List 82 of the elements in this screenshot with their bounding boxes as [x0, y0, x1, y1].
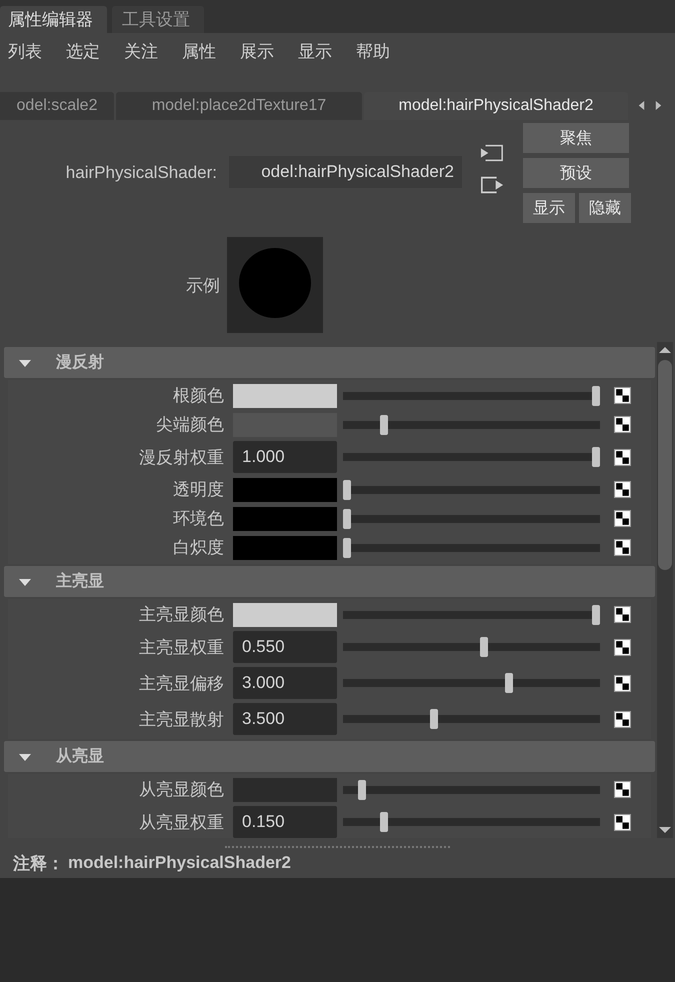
menu-item[interactable]: 关注 [124, 40, 158, 63]
menu-item[interactable]: 展示 [240, 40, 274, 63]
attribute-label: 主亮显偏移 [138, 672, 224, 694]
scroll-up-icon[interactable] [658, 346, 672, 354]
value-field[interactable]: 3.000 [233, 667, 337, 699]
attribute-label: 透明度 [172, 479, 224, 501]
slider-thumb[interactable] [380, 414, 388, 434]
texture-map-icon[interactable] [614, 814, 631, 830]
node-tab[interactable]: odel:scale2 [0, 92, 114, 120]
scrollbar[interactable] [657, 342, 673, 838]
collapse-arrow-icon [18, 358, 32, 368]
menu-item[interactable]: 列表 [8, 40, 42, 63]
node-type-label: hairPhysicalShader: [64, 163, 217, 183]
texture-map-icon[interactable] [614, 481, 631, 498]
color-swatch[interactable] [233, 536, 337, 560]
menu-item[interactable]: 显示 [298, 40, 332, 63]
color-swatch[interactable] [233, 602, 337, 626]
attribute-label: 白炽度 [172, 537, 224, 559]
color-swatch[interactable] [233, 384, 337, 408]
texture-map-icon[interactable] [614, 539, 631, 556]
color-swatch[interactable] [233, 478, 337, 502]
attribute-label: 漫反射权重 [138, 446, 224, 468]
value-field[interactable]: 0.150 [233, 806, 337, 838]
focus-button[interactable]: 聚焦 [523, 123, 629, 153]
slider-thumb[interactable] [380, 812, 388, 832]
node-name-field[interactable]: odel:hairPhysicalShader2 [229, 156, 462, 188]
menu-item[interactable]: 属性 [182, 40, 216, 63]
show-button[interactable]: 显示 [523, 193, 575, 223]
slider-thumb[interactable] [592, 447, 600, 467]
attribute-label: 从亮显权重 [138, 812, 224, 834]
section-header[interactable]: 从亮显 [4, 741, 655, 772]
texture-map-icon[interactable] [614, 510, 631, 527]
collapse-arrow-icon [18, 752, 32, 762]
scrollbar-thumb[interactable] [658, 360, 672, 570]
attribute-label: 从亮显颜色 [138, 779, 224, 801]
attribute-label: 根颜色 [172, 385, 224, 407]
scroll-right-icon[interactable] [654, 99, 663, 112]
texture-map-icon[interactable] [614, 674, 631, 692]
menu-item[interactable]: 帮助 [356, 40, 390, 63]
texture-map-icon[interactable] [614, 416, 631, 433]
texture-map-icon[interactable] [614, 448, 631, 466]
attribute-label: 尖端颜色 [155, 414, 224, 436]
node-tab[interactable]: model:place2dTexture17 [116, 92, 362, 120]
texture-map-icon[interactable] [614, 710, 631, 728]
output-connection-icon[interactable] [480, 175, 504, 195]
slider-thumb[interactable] [480, 637, 488, 657]
slider-thumb[interactable] [592, 386, 600, 406]
slider-thumb[interactable] [343, 538, 351, 558]
attribute-label: 环境色 [172, 508, 224, 530]
texture-map-icon[interactable] [614, 638, 631, 656]
slider-thumb[interactable] [358, 780, 366, 800]
hide-button[interactable]: 隐藏 [579, 193, 631, 223]
color-swatch[interactable] [233, 778, 337, 802]
attribute-label: 主亮显散射 [138, 708, 224, 730]
section-header[interactable]: 漫反射 [4, 347, 655, 378]
scroll-down-icon[interactable] [658, 826, 672, 834]
slider-thumb[interactable] [343, 508, 351, 528]
sphere-icon [238, 247, 312, 319]
slider-thumb[interactable] [430, 709, 438, 729]
note-label: 注释： [13, 852, 64, 874]
input-connection-icon[interactable] [480, 143, 504, 163]
texture-map-icon[interactable] [614, 606, 631, 623]
attribute-label: 主亮显权重 [138, 636, 224, 658]
attribute-label: 主亮显颜色 [138, 604, 224, 626]
slider-thumb[interactable] [592, 604, 600, 624]
sample-label: 示例 [185, 274, 220, 296]
slider-thumb[interactable] [504, 673, 513, 693]
texture-map-icon[interactable] [614, 387, 631, 404]
color-swatch[interactable] [233, 506, 337, 530]
collapse-arrow-icon [18, 576, 32, 586]
value-field[interactable]: 0.550 [233, 631, 337, 663]
note-text: model:hairPhysicalShader2 [68, 853, 291, 873]
texture-map-icon[interactable] [614, 781, 631, 798]
panel-tab[interactable]: 属性编辑器 [0, 6, 107, 33]
value-field[interactable]: 1.000 [233, 441, 337, 473]
section-header[interactable]: 主亮显 [4, 566, 655, 597]
presets-button[interactable]: 预设 [523, 158, 629, 188]
slider-thumb[interactable] [343, 480, 351, 500]
scroll-left-icon[interactable] [637, 99, 646, 112]
menu-item[interactable]: 选定 [66, 40, 100, 63]
value-field[interactable]: 3.500 [233, 703, 337, 735]
panel-tab[interactable]: 工具设置 [112, 6, 204, 33]
